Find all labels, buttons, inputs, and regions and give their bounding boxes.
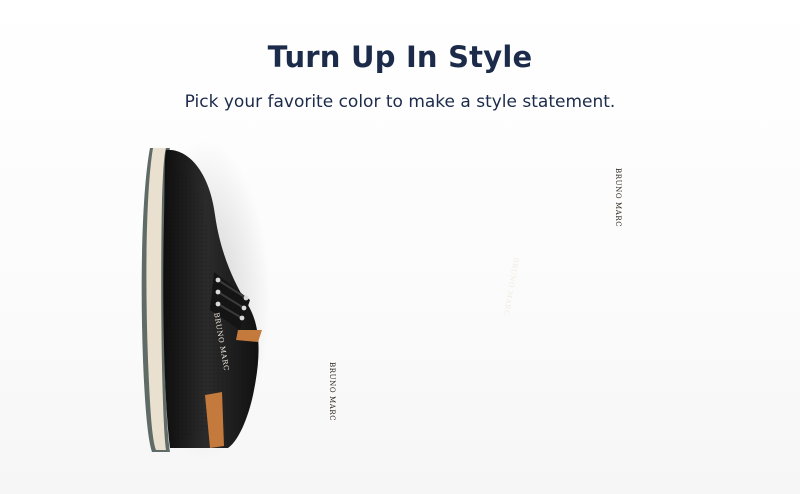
shoe-black [140,140,270,460]
shoe-brown-brand-label: BRUNO MARC [328,362,336,422]
shoe-tan-brand-label: BRUNO MARC [614,168,622,228]
shoes-illustration [140,140,270,460]
product-banner: Turn Up In Style Pick your favorite colo… [0,0,800,494]
